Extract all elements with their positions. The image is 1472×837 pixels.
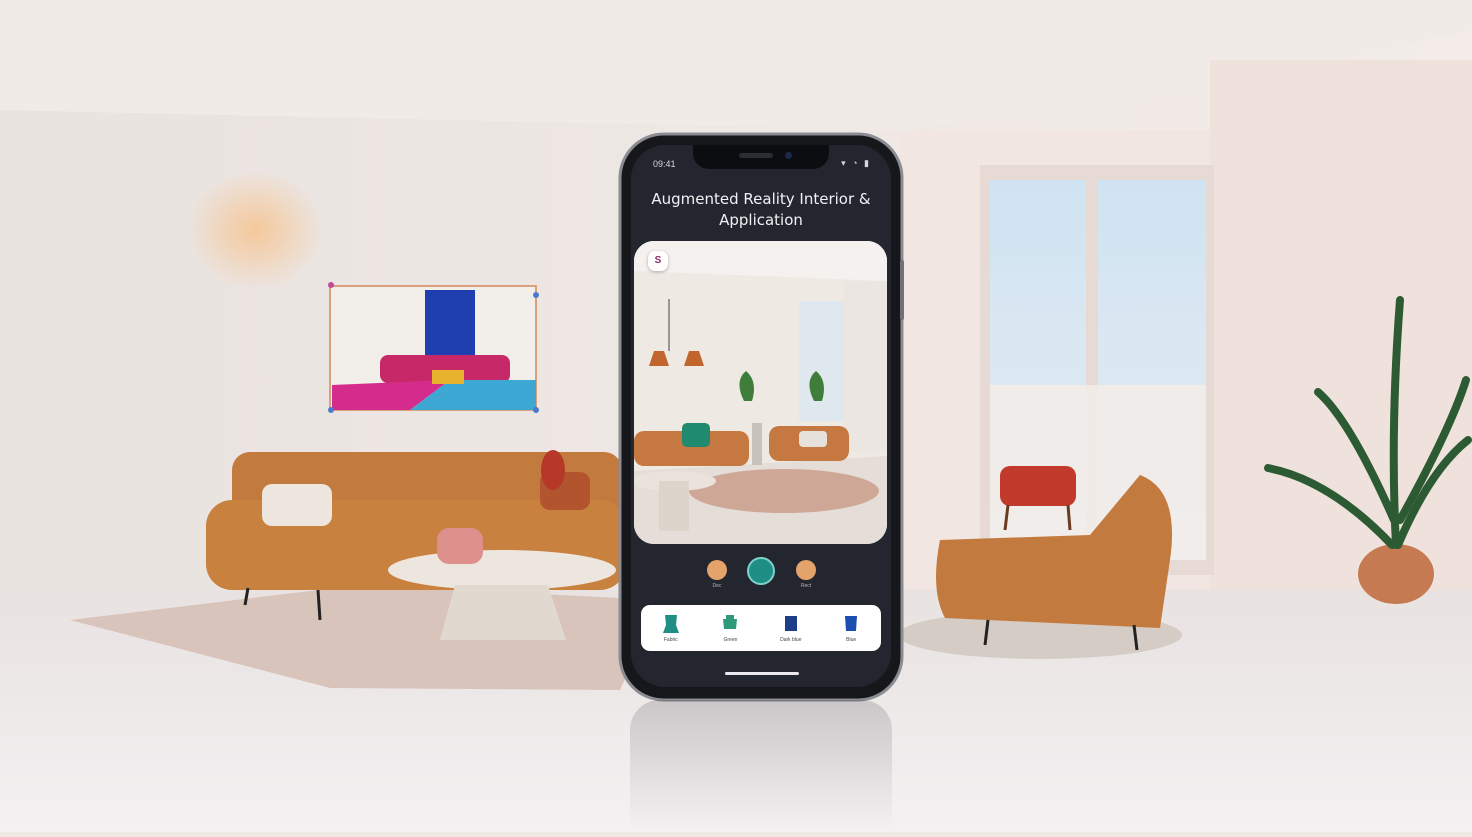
ar-camera-view[interactable]: S (634, 241, 887, 544)
tray-item-label: Blue (846, 637, 857, 643)
status-bar: 09:41 ▾ ◔ ▮ (631, 155, 891, 171)
phone-reflection (630, 700, 892, 830)
tray-item[interactable]: Dark blue (780, 613, 802, 643)
furniture-tray: Fabric Green Dark blue Blue (641, 605, 881, 651)
app-title: Augmented Reality Interior & Application (643, 189, 879, 231)
teal-chair-icon (662, 615, 679, 633)
control-left-label: Dec (712, 583, 722, 589)
green-chair-icon (723, 615, 738, 629)
ar-scan-button[interactable] (747, 557, 775, 585)
circle-button-icon[interactable] (796, 560, 816, 580)
home-indicator[interactable] (725, 672, 799, 675)
control-left[interactable]: Dec (707, 560, 727, 589)
control-right[interactable]: Rect (796, 560, 816, 589)
blue-chair-icon (784, 616, 797, 631)
status-icons: ▾ ◔ ▮ (841, 158, 871, 168)
phone-screen: 09:41 ▾ ◔ ▮ Augmented Reality Interior &… (631, 145, 891, 687)
tray-item-label: Green (723, 637, 738, 643)
ar-mode-badge[interactable]: S (648, 251, 668, 271)
tray-item-label: Fabric (663, 637, 678, 643)
tray-item[interactable]: Fabric (661, 613, 681, 643)
control-right-label: Rect (800, 583, 812, 589)
tray-item[interactable]: Green (720, 613, 740, 643)
blue-chair-icon (845, 616, 858, 631)
circle-button-icon[interactable] (707, 560, 727, 580)
ar-scan-icon[interactable] (747, 557, 775, 585)
tray-item-label: Dark blue (780, 637, 802, 643)
tray-item[interactable]: Blue (841, 613, 861, 643)
ar-controls: Dec Rect (631, 557, 891, 590)
ar-room-preview (634, 241, 887, 544)
app-title-line1: Augmented Reality Interior & (651, 190, 871, 208)
app-title-line2: Application (719, 211, 803, 229)
status-time: 09:41 (653, 159, 676, 169)
